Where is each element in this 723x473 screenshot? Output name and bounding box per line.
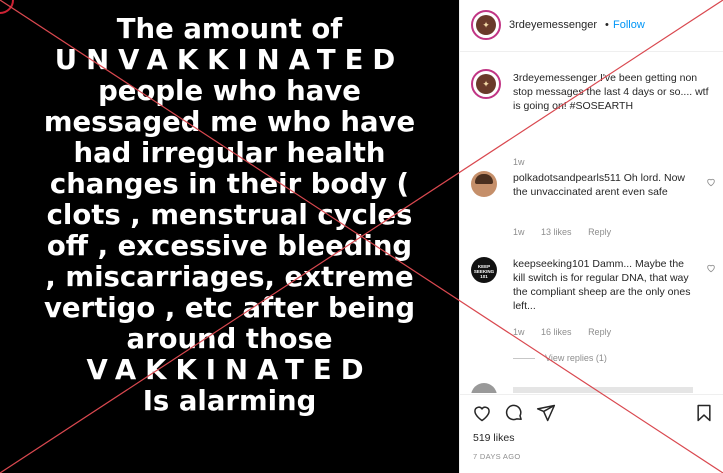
follow-button[interactable]: Follow (613, 19, 645, 31)
comment-like-heart-icon[interactable] (706, 177, 716, 187)
comment-text: polkadotsandpearls511 Oh lord. Now the u… (513, 171, 698, 199)
partial-comment-avatar (471, 383, 497, 393)
image-text-line: UNVAKKINATED (54, 44, 405, 76)
image-text-line: clots , menstrual cycles (46, 199, 413, 231)
story-ring-fragment (0, 0, 14, 14)
commenter-avatar[interactable] (471, 171, 497, 197)
likes-count[interactable]: 519 likes (473, 432, 514, 444)
caption-text: 3rdeyemessenger I've been getting non st… (513, 71, 713, 113)
comment-meta: 1w 13 likes Reply (513, 227, 625, 237)
caption-username[interactable]: 3rdeyemessenger (513, 72, 597, 84)
image-text-line: , miscarriages, extreme (45, 261, 414, 293)
post-actions: 519 likes 7 DAYS AGO (460, 394, 723, 473)
post-header: ✦ 3rdeyemessenger • Follow (460, 0, 723, 52)
share-icon[interactable] (536, 403, 556, 423)
partial-comment-text (513, 387, 693, 393)
image-text-line: changes in their body ( (49, 168, 410, 200)
header-username[interactable]: 3rdeyemessenger (509, 19, 597, 31)
post-timestamp: 7 DAYS AGO (473, 452, 521, 461)
comment-likes[interactable]: 13 likes (541, 227, 572, 237)
comment-time: 1w (513, 327, 525, 337)
reply-button[interactable]: Reply (588, 327, 611, 337)
heart-icon[interactable] (472, 403, 492, 423)
comment-like-heart-icon[interactable] (706, 263, 716, 273)
caption-time: 1w (513, 157, 525, 167)
post-sidebar: ✦ 3rdeyemessenger • Follow ✦ 3rdeyemesse… (459, 0, 723, 473)
post-image[interactable]: The amount of UNVAKKINATED people who ha… (0, 0, 459, 473)
profile-avatar[interactable]: ✦ (471, 10, 501, 40)
instagram-post: The amount of UNVAKKINATED people who ha… (0, 0, 723, 473)
image-text-line: The amount of (116, 13, 343, 45)
lion-icon: ✦ (476, 15, 496, 35)
bookmark-icon[interactable] (694, 403, 714, 423)
comment-meta: 1w 16 likes Reply (513, 327, 625, 337)
comment-text: keepseeking101 Damm... Maybe the kill sw… (513, 257, 698, 313)
image-text: The amount of UNVAKKINATED people who ha… (0, 14, 459, 417)
image-text-line: vertigo , etc after being (43, 292, 416, 324)
reply-button[interactable]: Reply (588, 227, 611, 237)
view-replies-button[interactable]: View replies (1) (513, 353, 607, 363)
comment-icon[interactable] (504, 403, 524, 423)
caption-avatar[interactable]: ✦ (471, 69, 501, 99)
comment-likes[interactable]: 16 likes (541, 327, 572, 337)
avatar-logo-text: KEEP SEEKING 101 (473, 264, 495, 279)
view-replies-label: View replies (1) (545, 353, 607, 363)
lion-icon: ✦ (476, 74, 496, 94)
image-text-line: around those (126, 323, 333, 355)
replies-divider (513, 358, 535, 360)
image-text-line: messaged me who have (43, 106, 416, 138)
comment-username[interactable]: polkadotsandpearls511 (513, 172, 621, 184)
header-separator: • (605, 19, 609, 31)
image-text-line: Is alarming (142, 385, 317, 417)
comment-time: 1w (513, 227, 525, 237)
image-text-line: had irregular health (73, 137, 386, 169)
image-text-line: VAKKINATED (86, 354, 373, 386)
image-text-line: people who have (98, 75, 361, 107)
comments-list[interactable]: ✦ 3rdeyemessenger I've been getting non … (460, 53, 723, 393)
commenter-avatar[interactable]: KEEP SEEKING 101 (471, 257, 497, 283)
comment-username[interactable]: keepseeking101 (513, 258, 589, 270)
image-text-line: off , excessive bleeding (46, 230, 413, 262)
